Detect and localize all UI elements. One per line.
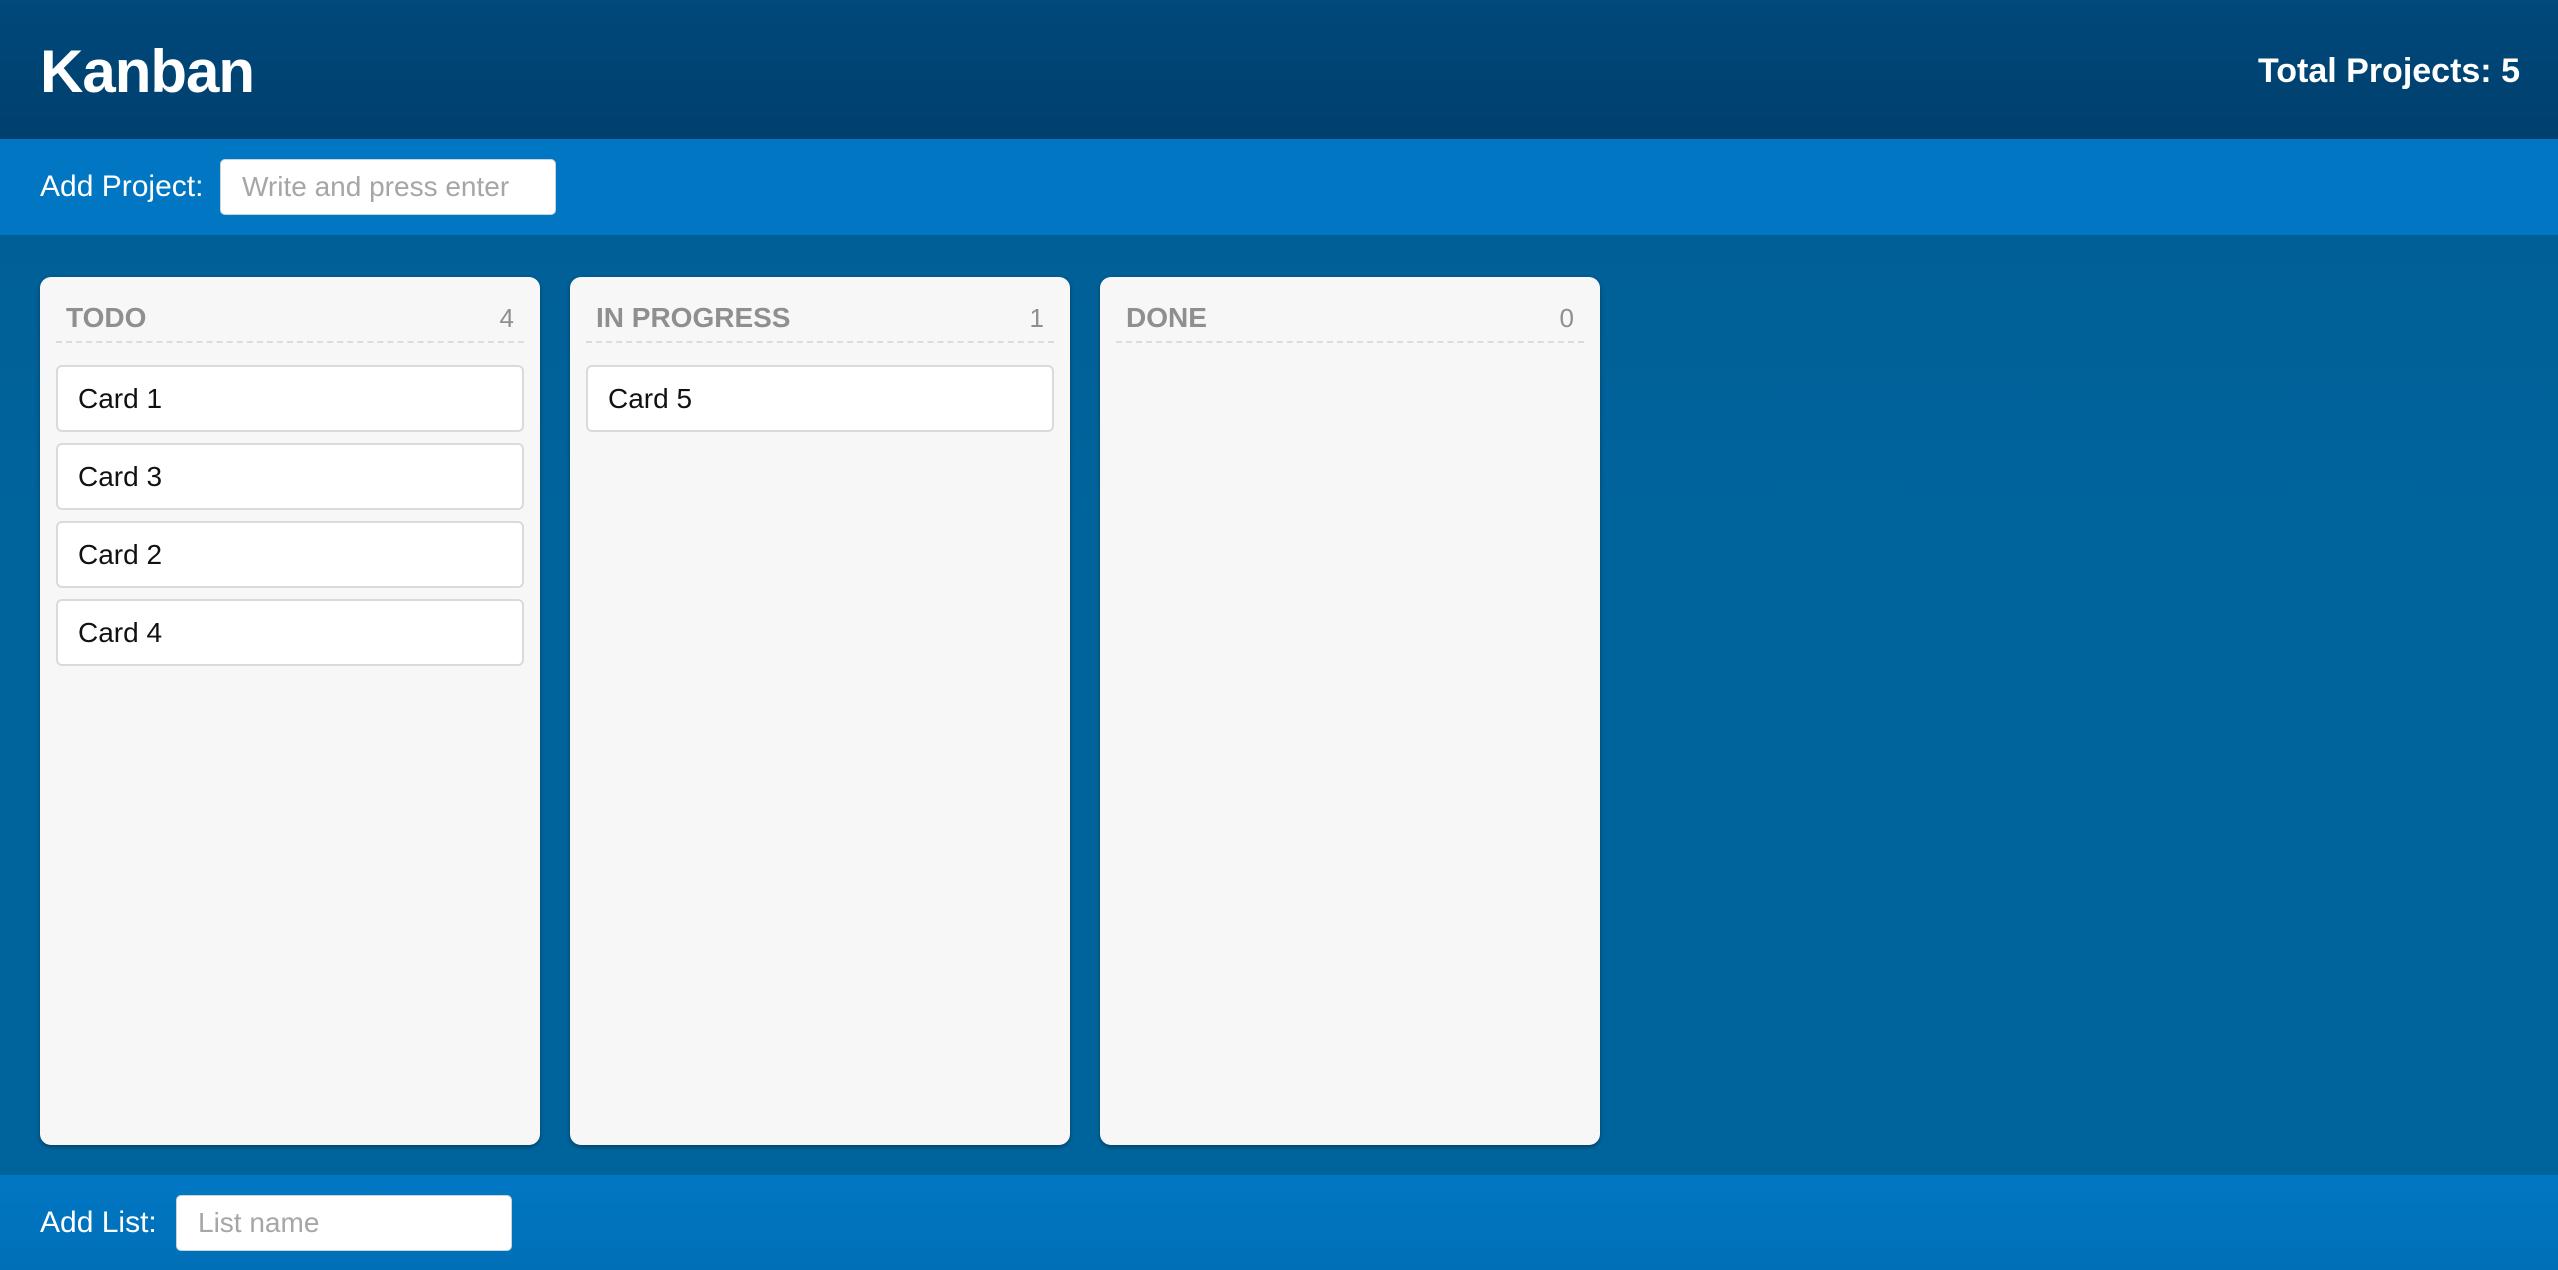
list-card-count: 0 (1559, 303, 1574, 333)
total-projects-count: Total Projects: 5 (2258, 52, 2520, 90)
list-in-progress: IN PROGRESS 1 Card 5 (570, 277, 1070, 1145)
card-list: Card 5 (586, 365, 1054, 443)
list-header: TODO 4 (56, 297, 524, 343)
kanban-board: TODO 4 Card 1 Card 3 Card 2 Card 4 IN PR… (0, 235, 2558, 1175)
list-todo: TODO 4 Card 1 Card 3 Card 2 Card 4 (40, 277, 540, 1145)
list-card-count: 4 (499, 303, 514, 333)
card-list: Card 1 Card 3 Card 2 Card 4 (56, 365, 524, 677)
app-title: Kanban (40, 38, 255, 105)
add-list-label: Add List: (40, 1206, 157, 1239)
list-title: TODO (66, 302, 147, 333)
card[interactable]: Card 2 (56, 521, 524, 588)
add-project-label: Add Project: (40, 170, 204, 203)
card[interactable]: Card 3 (56, 443, 524, 510)
list-header: IN PROGRESS 1 (586, 297, 1054, 343)
add-list-bar: Add List: (0, 1175, 2558, 1270)
app-header: Kanban Total Projects: 5 (0, 0, 2558, 139)
card[interactable]: Card 4 (56, 599, 524, 666)
list-title: IN PROGRESS (596, 302, 791, 333)
list-done: DONE 0 (1100, 277, 1600, 1145)
card[interactable]: Card 1 (56, 365, 524, 432)
add-project-bar: Add Project: (0, 139, 2558, 235)
list-card-count: 1 (1029, 303, 1044, 333)
list-title: DONE (1126, 302, 1207, 333)
add-list-input[interactable] (176, 1195, 512, 1251)
add-project-input[interactable] (220, 159, 556, 215)
list-header: DONE 0 (1116, 297, 1584, 343)
card[interactable]: Card 5 (586, 365, 1054, 432)
